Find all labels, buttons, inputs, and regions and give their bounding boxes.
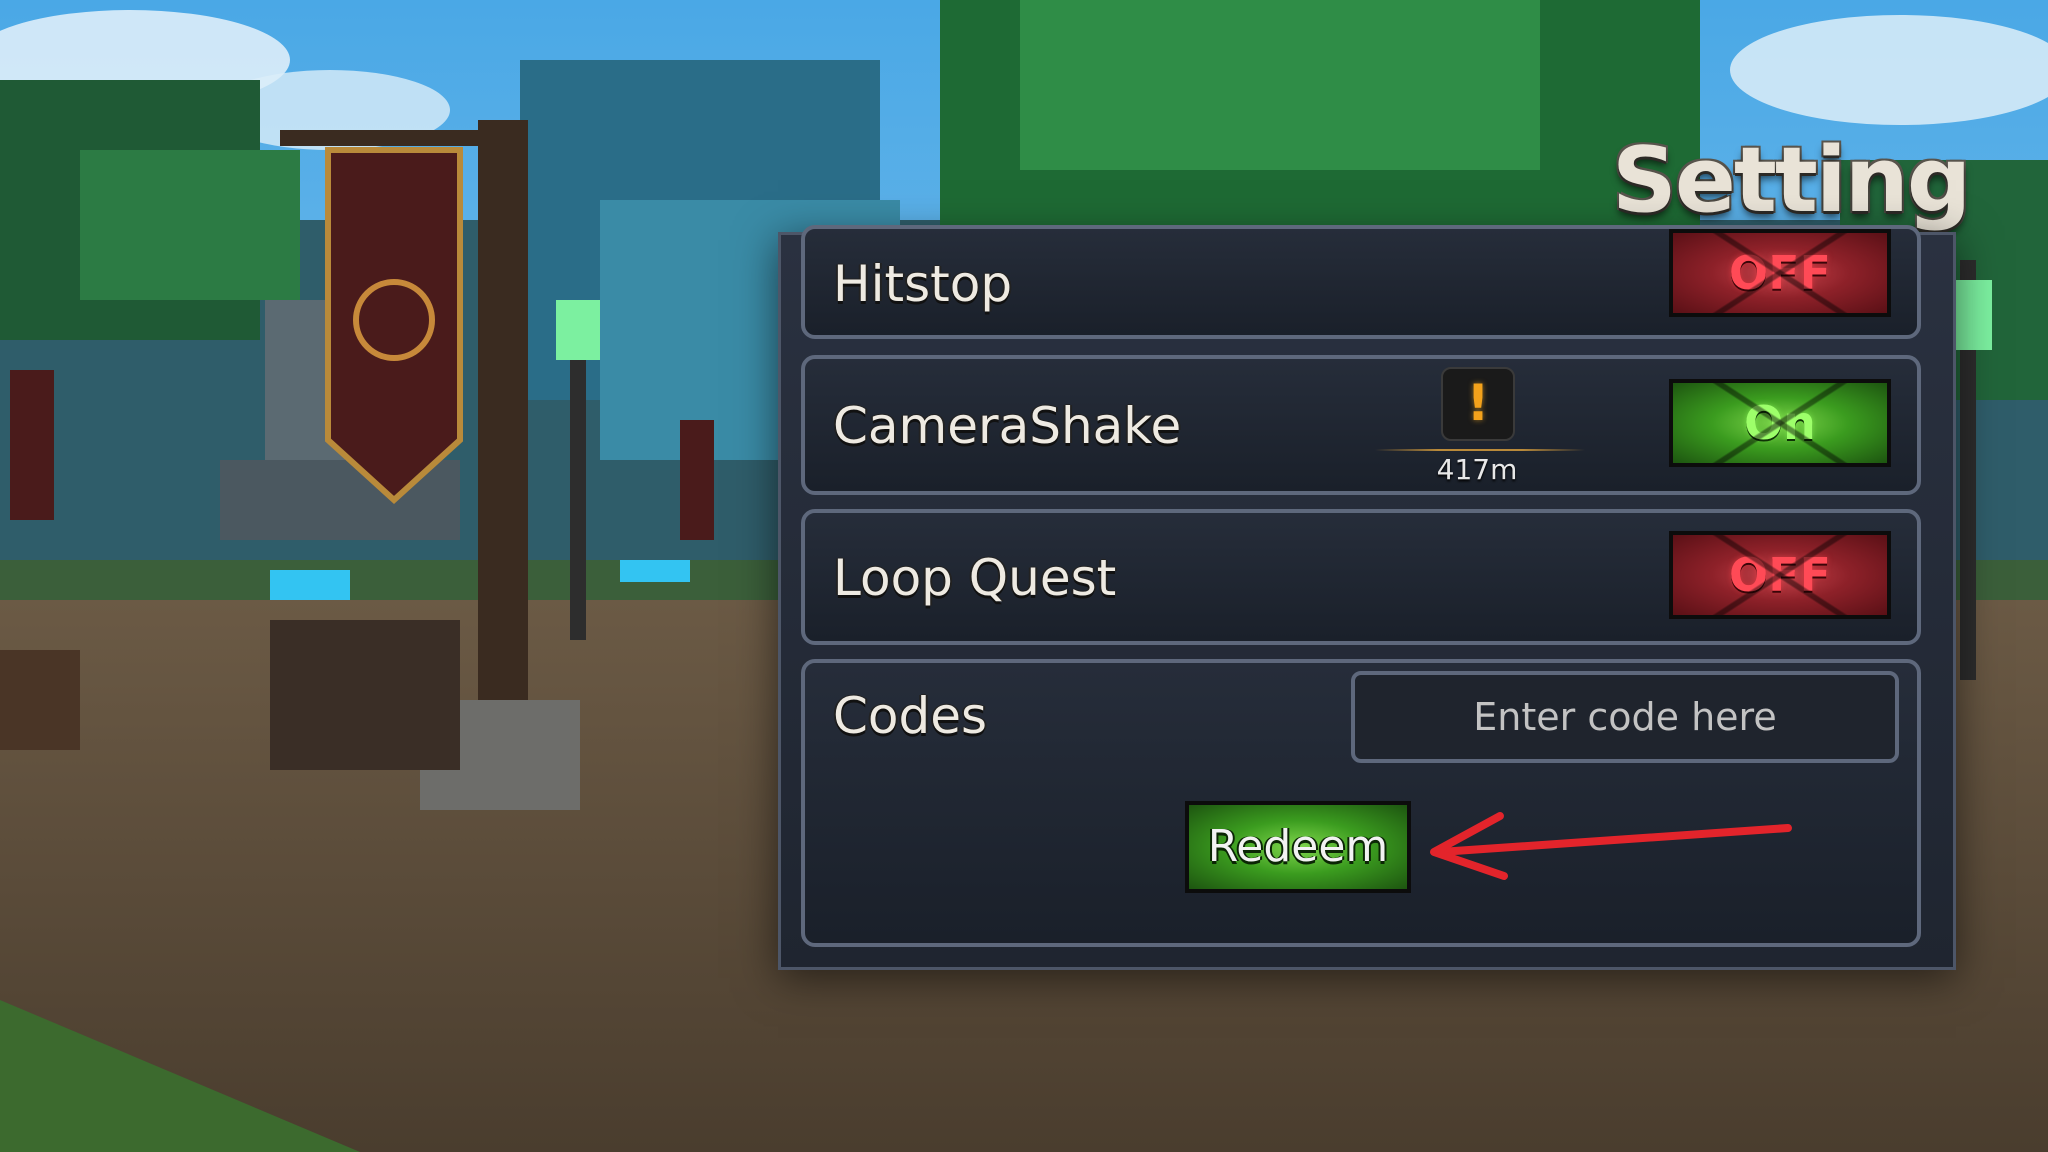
setting-label-loop-quest: Loop Quest <box>833 549 1117 607</box>
loop-quest-toggle[interactable]: OFF <box>1669 531 1891 619</box>
redeem-button[interactable]: Redeem <box>1185 801 1411 893</box>
code-input[interactable] <box>1351 671 1899 763</box>
setting-label-camerashake: CameraShake <box>833 397 1182 455</box>
setting-row-camerashake: CameraShake ! 417m On <box>801 355 1921 495</box>
camerashake-toggle[interactable]: On <box>1669 379 1891 467</box>
codes-label: Codes <box>833 687 988 745</box>
red-arrow-icon <box>1430 812 1792 880</box>
setting-row-loop-quest: Loop Quest OFF <box>801 509 1921 645</box>
setting-row-hitstop: Hitstop OFF <box>801 225 1921 339</box>
waypoint-distance: 417m <box>1436 453 1518 486</box>
setting-label-hitstop: Hitstop <box>833 255 1013 313</box>
waypoint-underline <box>1375 449 1585 451</box>
exclamation-icon: ! <box>1441 367 1515 441</box>
hitstop-toggle[interactable]: OFF <box>1669 229 1891 317</box>
